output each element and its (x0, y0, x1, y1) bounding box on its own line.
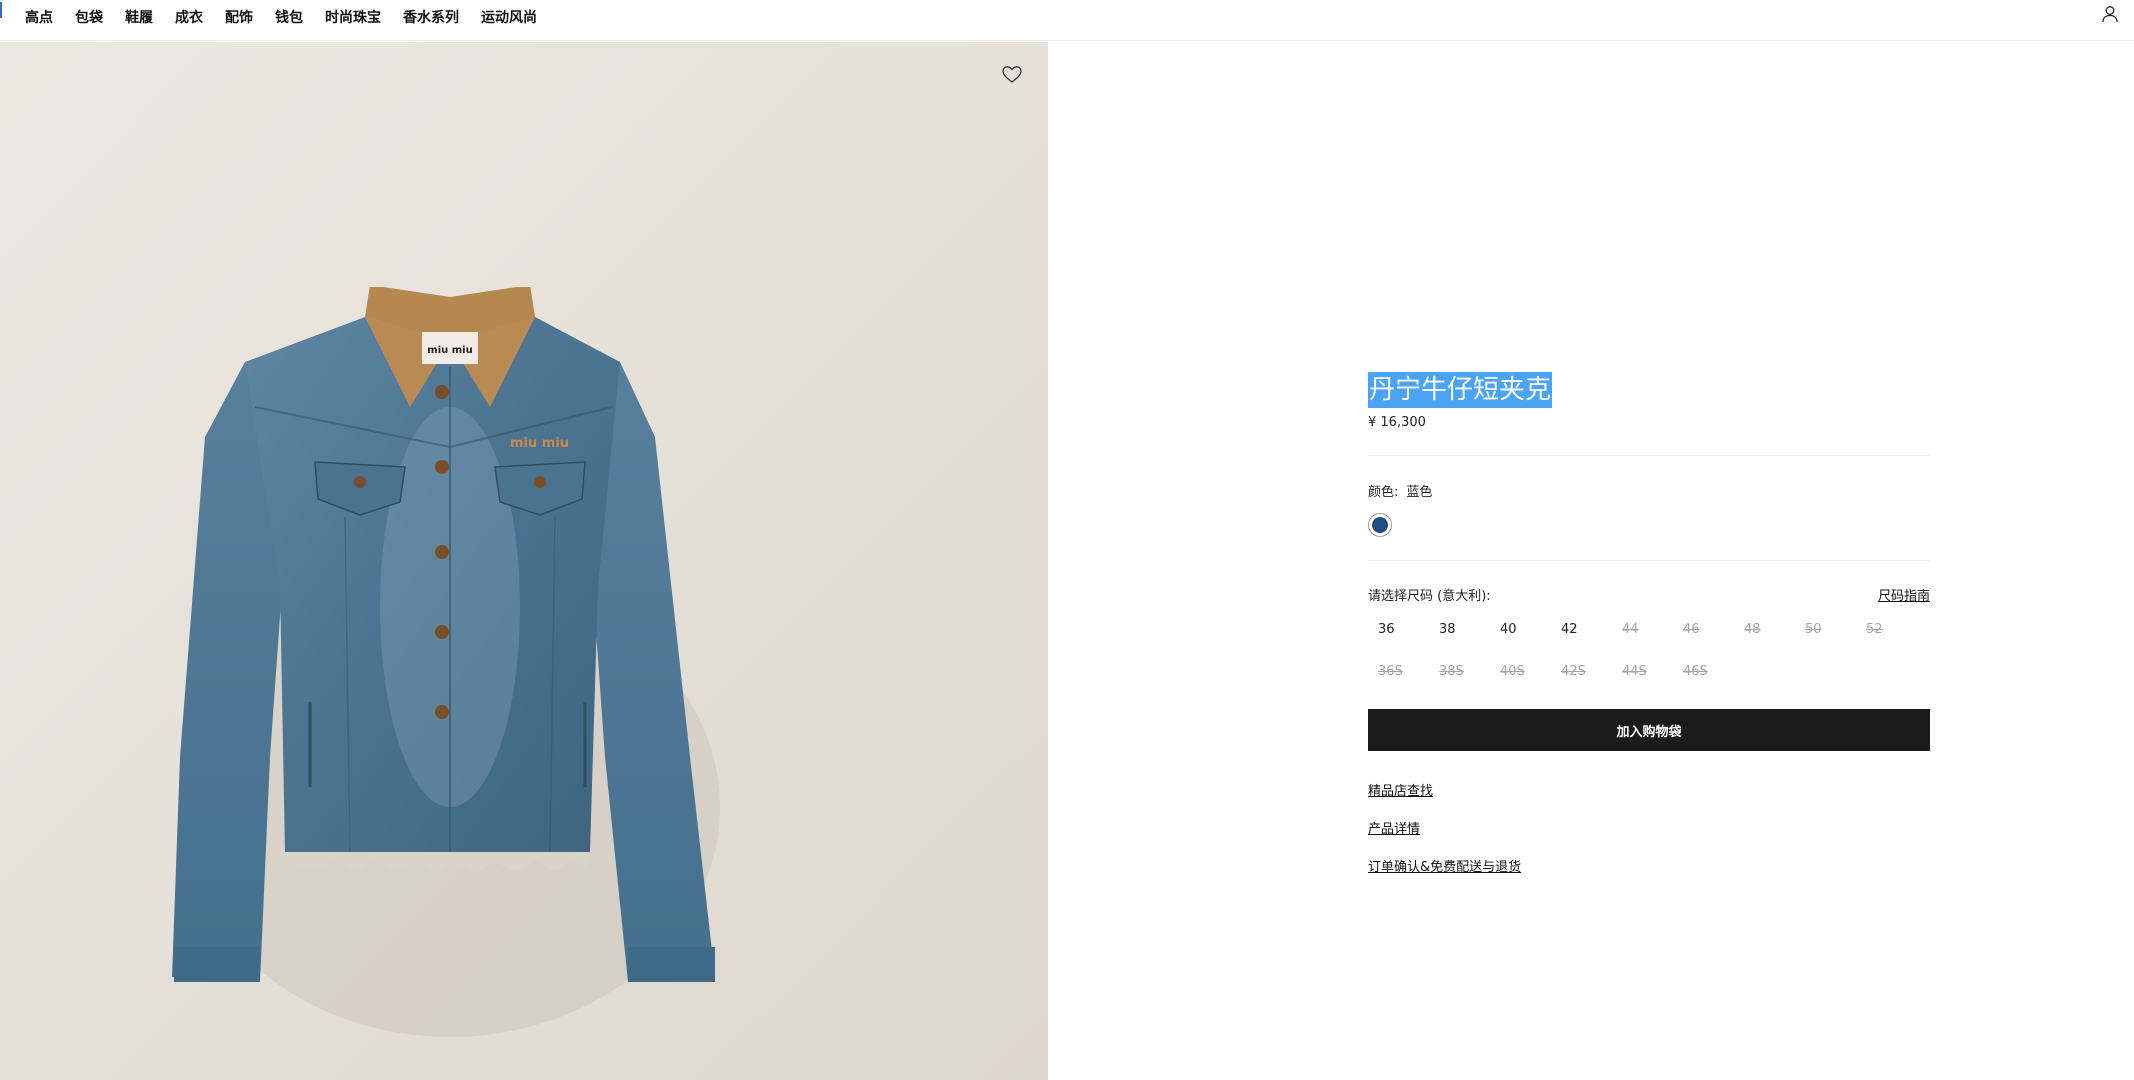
color-value: 蓝色 (1406, 485, 1433, 500)
color-label: 颜色: (1368, 485, 1399, 500)
size-option-46: 46 (1683, 622, 1700, 637)
size-option-40s: 40S (1500, 664, 1525, 679)
chest-embroidery: miu miu (510, 436, 569, 451)
heart-outline-icon[interactable] (1000, 62, 1024, 86)
size-option-46s: 46S (1683, 664, 1708, 679)
nav-menu: 高点 包袋 鞋履 成衣 配饰 钱包 时尚珠宝 香水系列 运动风尚 (25, 0, 559, 34)
size-option-44: 44 (1622, 622, 1639, 637)
user-icon[interactable] (2100, 4, 2120, 24)
size-option-36[interactable]: 36 (1368, 616, 1429, 644)
nav-item-highlights[interactable]: 高点 (25, 7, 53, 27)
size-option-36s: 36S (1378, 664, 1403, 679)
product-image: miu miu miu miu (0, 42, 1048, 1080)
size-option-38[interactable]: 38 (1429, 616, 1490, 644)
size-option-40[interactable]: 40 (1490, 616, 1551, 644)
size-option-42s: 42S (1561, 664, 1586, 679)
collar-brand-label: miu miu (427, 345, 472, 356)
nav-focus-marker (0, 2, 2, 18)
swatch-fill (1372, 517, 1388, 533)
size-option-50: 50 (1805, 622, 1822, 637)
size-option-42[interactable]: 42 (1551, 616, 1612, 644)
size-option-38s: 38S (1439, 664, 1464, 679)
denim-jacket-illustration: miu miu miu miu (172, 287, 720, 1037)
nav-item-sport[interactable]: 运动风尚 (481, 7, 537, 27)
size-row-regular: 36 38 40 42 44 46 48 50 52 (1368, 616, 1917, 644)
size-option-48: 48 (1744, 622, 1761, 637)
size-option-52: 52 (1866, 622, 1883, 637)
nav-item-wallets[interactable]: 钱包 (275, 7, 303, 27)
nav-item-accessories[interactable]: 配饰 (225, 7, 253, 27)
product-title: 丹宁牛仔短夹克 (1368, 372, 1553, 408)
store-locator-link[interactable]: 精品店查找 (1368, 780, 1433, 799)
nav-item-bags[interactable]: 包袋 (75, 7, 103, 27)
top-navigation: 高点 包袋 鞋履 成衣 配饰 钱包 时尚珠宝 香水系列 运动风尚 (0, 0, 2134, 41)
size-row-short: 36S 38S 40S 42S 44S 46S (1368, 658, 1734, 686)
size-option-44s: 44S (1622, 664, 1647, 679)
product-price: ¥ 16,300 (1368, 415, 1426, 430)
shipping-returns-link[interactable]: 订单确认&免费配送与退货 (1368, 856, 1521, 875)
color-swatch-blue[interactable] (1368, 513, 1392, 537)
size-guide-link[interactable]: 尺码指南 (1878, 585, 1930, 604)
add-to-bag-button[interactable]: 加入购物袋 (1368, 709, 1930, 751)
nav-item-ready-to-wear[interactable]: 成衣 (175, 7, 203, 27)
product-details-link[interactable]: 产品详情 (1368, 818, 1420, 837)
nav-item-fragrance[interactable]: 香水系列 (403, 7, 459, 27)
nav-item-fashion-jewelry[interactable]: 时尚珠宝 (325, 7, 381, 27)
divider (1368, 560, 1930, 561)
size-select-label: 请选择尺码 (意大利): (1368, 589, 1491, 604)
color-info: 颜色: 蓝色 (1368, 481, 1432, 500)
nav-item-shoes[interactable]: 鞋履 (125, 7, 153, 27)
divider (1368, 455, 1930, 456)
